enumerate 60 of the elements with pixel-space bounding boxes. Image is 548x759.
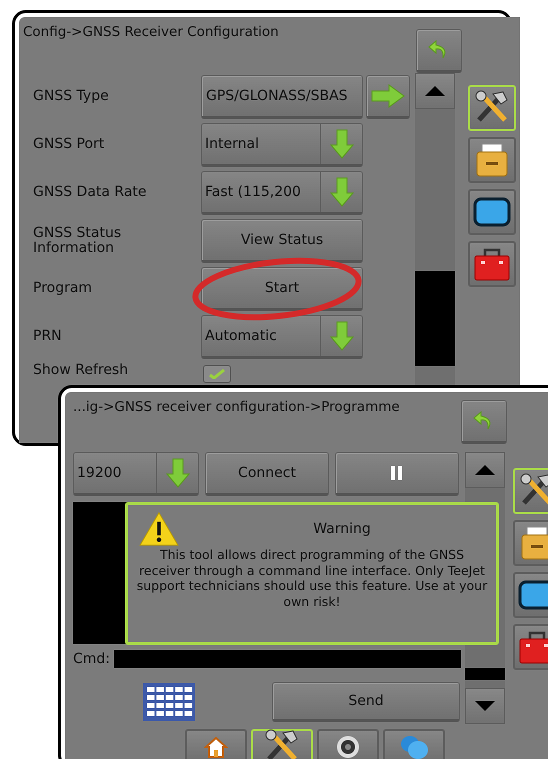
setting-label: GNSS Data Rate [32, 185, 148, 201]
side-tab[interactable] [513, 520, 548, 566]
side-tab[interactable] [468, 189, 516, 235]
side-tab[interactable] [513, 624, 548, 670]
setting-label: PRN [32, 329, 63, 345]
window-title: Config->GNSS Receiver Configuration [23, 23, 279, 40]
down-arrow-icon [166, 458, 190, 488]
dropdown[interactable]: Automatic [201, 315, 363, 359]
dropdown[interactable]: Fast (115,200 [201, 171, 363, 215]
up-triangle-icon [475, 465, 495, 475]
scroll-up-button[interactable] [465, 452, 505, 488]
check-icon [209, 369, 225, 379]
setting-label: GNSS Status Information [32, 226, 122, 256]
dropdown[interactable]: 19200 [73, 452, 199, 496]
command-input[interactable] [114, 650, 461, 668]
home-icon [204, 736, 228, 758]
warning-message: This tool allows direct programming of the GNSS receiver through a command line interface. Only TeeJet support technicians should use this feature. Use at your own risk! [136, 547, 488, 610]
pause-icon [391, 466, 403, 480]
action-button[interactable]: View Status [201, 219, 363, 263]
scroll-up-button[interactable] [415, 73, 455, 109]
window-title: ...ig->GNSS receiver configuration->Programme [72, 398, 400, 415]
next-button[interactable] [366, 75, 410, 119]
warning-title: Warning [312, 521, 371, 537]
down-arrow-icon [330, 129, 354, 159]
scroll-down-button[interactable] [465, 688, 505, 724]
setting-label: GNSS Port [32, 137, 106, 153]
warning-icon [138, 511, 180, 547]
cmd-label: Cmd: [73, 651, 110, 667]
file-drawer-icon [519, 525, 548, 561]
connect-button[interactable]: Connect [205, 452, 329, 496]
side-tab[interactable] [468, 241, 516, 287]
down-arrow-icon [330, 321, 354, 351]
scrollbar-thumb[interactable] [415, 271, 455, 366]
screen-icon [473, 197, 511, 227]
scrollbar-thumb[interactable] [465, 668, 505, 680]
overlapping-shapes-icon [399, 734, 429, 759]
toolbox-icon [473, 246, 511, 282]
down-triangle-icon [475, 701, 495, 711]
setting-label: GNSS Type [32, 89, 110, 105]
setting-label: Program [32, 281, 94, 297]
screen-icon [518, 580, 548, 610]
bottom-tab[interactable] [317, 729, 379, 759]
keyboard-icon[interactable] [143, 683, 195, 721]
side-tab[interactable] [468, 137, 516, 183]
bottom-tab[interactable] [185, 729, 247, 759]
back-button[interactable] [461, 400, 507, 444]
value-field[interactable]: GPS/GLONASS/SBAS [201, 75, 363, 119]
toolbox-icon [518, 629, 548, 665]
side-tab[interactable] [513, 572, 548, 618]
right-arrow-icon [371, 84, 405, 108]
send-button[interactable]: Send [272, 682, 460, 722]
back-button[interactable] [416, 29, 462, 73]
camera-lens-icon [336, 735, 360, 759]
checkbox[interactable] [203, 365, 231, 383]
dropdown[interactable]: Internal [201, 123, 363, 167]
down-arrow-icon [330, 177, 354, 207]
up-triangle-icon [425, 86, 445, 96]
file-drawer-icon [474, 142, 510, 178]
setting-label: Show Refresh [32, 363, 130, 378]
pause-button[interactable] [335, 452, 459, 496]
